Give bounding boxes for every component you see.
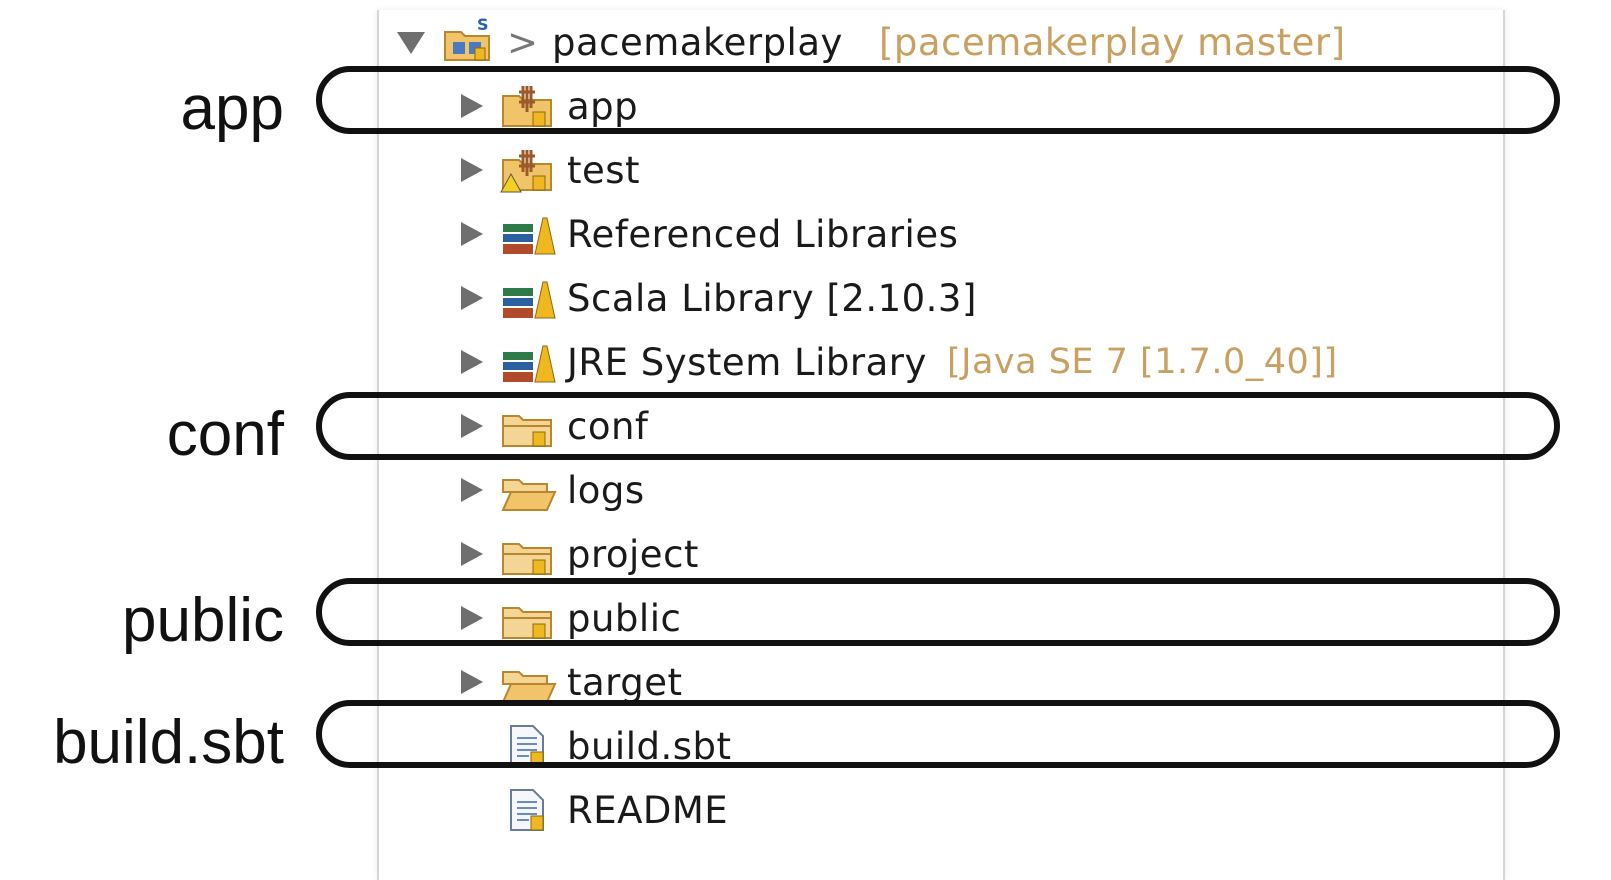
- folder-icon: [502, 543, 552, 575]
- project-prefix: >: [507, 20, 539, 64]
- package-folder-warning-icon: [500, 150, 552, 193]
- callout-highlight-box: [316, 66, 1560, 134]
- tree-row-jre-system-library[interactable]: JRE System Library [Java SE 7 [1.7.0_40]]: [379, 332, 1499, 392]
- tree-row-logs[interactable]: logs: [379, 460, 1499, 520]
- project-name[interactable]: pacemakerplay: [552, 21, 843, 64]
- tree-item-label: README: [567, 788, 729, 832]
- file-icon: [510, 789, 544, 831]
- collapse-arrow-icon[interactable]: [397, 32, 425, 54]
- library-icon: [503, 281, 556, 319]
- expand-arrow-icon[interactable]: [461, 670, 483, 694]
- project-decoration: [pacemakerplay master]: [879, 20, 1346, 64]
- tree-row-readme[interactable]: README: [379, 780, 1499, 840]
- tree-item-label: JRE System Library: [567, 340, 927, 384]
- tree-item-label: test: [567, 148, 641, 192]
- expand-arrow-icon[interactable]: [461, 350, 483, 374]
- tree-row-referenced-libraries[interactable]: Referenced Libraries: [379, 204, 1499, 264]
- tree-item-decoration: [Java SE 7 [1.7.0_40]]: [947, 342, 1338, 382]
- expand-arrow-icon[interactable]: [461, 478, 483, 502]
- tree-item-label: logs: [567, 468, 645, 512]
- tree-item-label: Referenced Libraries: [567, 212, 959, 256]
- svg-text:S: S: [477, 16, 489, 34]
- tree-row-project-root[interactable]: S > pacemakerplay [pacemakerplay master]: [379, 12, 1499, 72]
- callout-label-build-sbt: build.sbt: [53, 708, 284, 777]
- callout-label-conf: conf: [166, 400, 284, 469]
- expand-arrow-icon[interactable]: [461, 158, 483, 182]
- callout-label-public: public: [122, 586, 284, 655]
- folder-open-icon: [501, 479, 557, 511]
- tree-item-label: Scala Library [2.10.3]: [567, 276, 977, 320]
- expand-arrow-icon[interactable]: [461, 542, 483, 566]
- library-icon: [503, 217, 556, 255]
- tree-item-label: project: [567, 532, 699, 576]
- expand-arrow-icon[interactable]: [461, 222, 483, 246]
- callout-label-app: app: [180, 74, 284, 143]
- tree-row-scala-library-2-10-3[interactable]: Scala Library [2.10.3]: [379, 268, 1499, 328]
- callout-highlight-box: [316, 578, 1560, 646]
- tree-row-test[interactable]: test: [379, 140, 1499, 200]
- tree-row-project[interactable]: project: [379, 524, 1499, 584]
- library-icon: [503, 345, 556, 383]
- tree-item-label: target: [567, 660, 683, 704]
- callout-highlight-box: [316, 392, 1560, 460]
- callout-highlight-box: [316, 700, 1560, 768]
- folder-open-icon: [501, 671, 557, 703]
- scala-project-icon: S: [444, 16, 490, 61]
- expand-arrow-icon[interactable]: [461, 286, 483, 310]
